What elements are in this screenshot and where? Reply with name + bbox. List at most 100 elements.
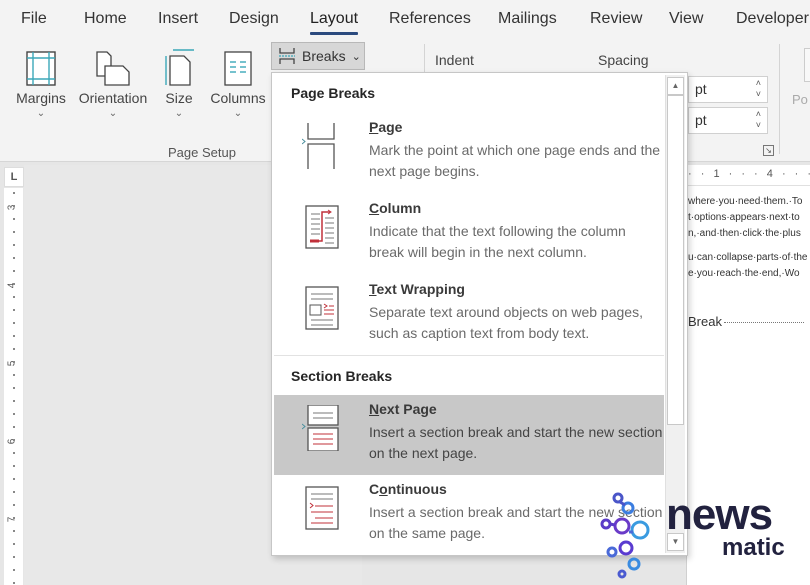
menu-divider [274, 355, 664, 356]
orientation-label: Orientation [78, 90, 148, 106]
ruler-tick [13, 413, 15, 415]
ruler-tick [13, 270, 15, 272]
document-text-line: e·you·reach·the·end,·Wo [688, 268, 800, 279]
horizontal-ruler: · · 1 · · · 4 · · · 1 · · [686, 168, 810, 186]
ruler-tick [13, 543, 15, 545]
chevron-down-icon: ⌄ [174, 108, 184, 119]
breaks-label: Breaks [302, 48, 346, 64]
ruler-number: 7 [6, 516, 18, 523]
newsmatic-watermark: news matic [596, 490, 810, 580]
orientation-icon [96, 51, 130, 86]
menu-item-title: Next Page [369, 401, 437, 417]
menu-scrollbar[interactable]: ▲ ▼ [665, 75, 685, 553]
tab-selector[interactable]: L [4, 167, 24, 187]
chevron-down-icon: ⌄ [233, 108, 243, 119]
section-breaks-header: Section Breaks [291, 368, 393, 384]
tab-design[interactable]: Design [229, 10, 279, 28]
spacing-after-input[interactable]: pt ˄ ˅ [688, 107, 768, 134]
ruler-tick [13, 465, 15, 467]
size-label: Size [165, 90, 193, 106]
tab-home[interactable]: Home [84, 10, 127, 28]
margins-label: Margins [16, 90, 66, 106]
ruler-tick [13, 400, 15, 402]
columns-icon [224, 51, 252, 86]
spacing-before-input[interactable]: pt ˄ ˅ [688, 76, 768, 103]
ruler-tick [13, 296, 15, 298]
ruler-tick [13, 517, 15, 519]
tab-insert[interactable]: Insert [158, 10, 198, 28]
document-text-line: u·can·collapse·parts·of·the [688, 252, 808, 263]
ruler-number: 3 [6, 204, 18, 211]
menu-item-title: Page [369, 119, 403, 135]
tab-review[interactable]: Review [590, 10, 642, 28]
menu-item-title: Text Wrapping [369, 281, 465, 297]
page-break-icon [302, 123, 335, 169]
tab-view[interactable]: View [669, 10, 703, 28]
ruler-number: 4 [6, 282, 18, 289]
menu-item-description: Mark the point at which one page ends an… [369, 142, 661, 179]
ruler-tick [13, 257, 15, 259]
text-wrapping-icon [305, 286, 339, 330]
chevron-down-icon: ⌄ [108, 108, 118, 119]
menu-item-description: Insert a section break and start the new… [369, 424, 663, 461]
breaks-dropdown-menu: Page Breaks Page Mark the point at which… [271, 72, 688, 556]
ruler-tick [13, 218, 15, 220]
scroll-up-icon[interactable]: ▲ [667, 77, 684, 95]
size-icon [165, 49, 194, 86]
ruler-tick [13, 530, 15, 532]
tab-references[interactable]: References [389, 10, 471, 28]
menu-item-title: Column [369, 200, 422, 216]
columns-label: Columns [210, 90, 266, 106]
menu-item-column-break[interactable]: Column Indicate that the text following … [274, 194, 664, 274]
ruler-tick [13, 426, 15, 428]
page-break-marker: Break [688, 314, 804, 329]
spacing-label: Spacing [598, 52, 649, 68]
position-icon[interactable] [804, 48, 810, 82]
menu-item-next-page[interactable]: Next Page Insert a section break and sta… [274, 395, 664, 475]
ruler-tick [13, 244, 15, 246]
ruler-tick [13, 335, 15, 337]
indent-label: Indent [435, 52, 474, 68]
position-label: Po [792, 92, 808, 107]
ruler-tick [13, 231, 15, 233]
ruler-tick [13, 491, 15, 493]
ruler-tick [13, 439, 15, 441]
menu-item-text-wrapping[interactable]: Text Wrapping Separate text around objec… [274, 275, 664, 355]
ruler-tick [13, 322, 15, 324]
menu-item-description: Separate text around objects on web page… [369, 304, 643, 341]
orientation-button[interactable]: Orientation ⌄ [74, 46, 152, 119]
ruler-tick [13, 361, 15, 363]
document-text-line: n,·and·then·click·the·plus [688, 228, 801, 239]
ribbon-tabs: File Home Insert Design Layout Reference… [0, 0, 810, 40]
column-break-icon [305, 205, 339, 249]
breaks-icon [279, 48, 295, 64]
ruler-tick [13, 309, 15, 311]
tab-developer[interactable]: Developer [736, 10, 809, 28]
ruler-tick [13, 192, 15, 194]
tab-layout[interactable]: Layout [310, 10, 359, 35]
brand-bottom: matic [722, 534, 785, 561]
tab-file[interactable]: File [21, 10, 47, 28]
size-button[interactable]: Size ⌄ [160, 46, 198, 119]
spin-arrows-icon[interactable]: ˄ ˅ [756, 109, 761, 131]
ruler-tick [13, 504, 15, 506]
paragraph-launcher-icon[interactable]: ↘ [763, 145, 774, 156]
ruler-tick [13, 283, 15, 285]
vertical-ruler: 3 4 5 6 7 [4, 188, 23, 585]
scrollbar-thumb[interactable] [667, 95, 684, 425]
tab-mailings[interactable]: Mailings [498, 10, 557, 28]
ruler-tick [13, 556, 15, 558]
chevron-down-icon: ⌄ [351, 50, 361, 63]
break-marker-dots [723, 322, 804, 324]
spin-arrows-icon[interactable]: ˄ ˅ [756, 78, 761, 100]
ruler-tick [13, 374, 15, 376]
document-text-line: t·options·appears·next·to [688, 212, 800, 223]
menu-item-page-break[interactable]: Page Mark the point at which one page en… [274, 113, 664, 193]
ruler-tick [13, 205, 15, 207]
brand-top: news [666, 490, 773, 539]
ruler-number: 6 [6, 438, 18, 445]
breaks-button[interactable]: Breaks ⌄ [271, 42, 365, 70]
margins-button[interactable]: Margins ⌄ [13, 46, 69, 119]
group-divider [779, 44, 780, 154]
columns-button[interactable]: Columns ⌄ [207, 46, 269, 119]
